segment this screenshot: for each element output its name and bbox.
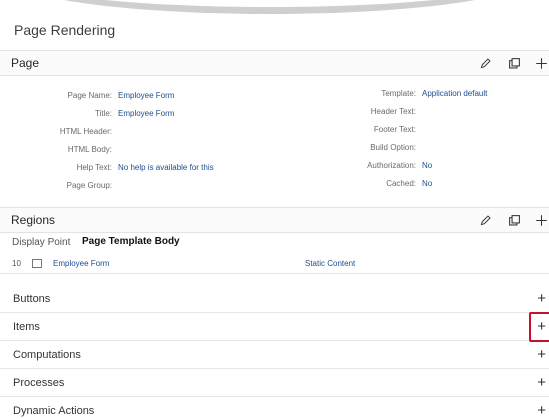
build-option-label: Build Option: <box>370 143 416 152</box>
title-label: Title: <box>94 109 112 118</box>
page-name-value[interactable]: Employee Form <box>118 91 174 100</box>
buttons-section-label: Buttons <box>13 293 51 305</box>
cached-value[interactable]: No <box>422 179 432 188</box>
authorization-value[interactable]: No <box>422 161 432 170</box>
html-body-label: HTML Body: <box>67 145 112 154</box>
items-section: Items + <box>0 313 549 341</box>
add-computation-icon[interactable]: + <box>537 347 546 362</box>
add-dynamic-action-icon[interactable]: + <box>537 403 546 418</box>
region-type-icon <box>32 259 42 268</box>
decorative-arc <box>10 0 529 14</box>
copy-icon[interactable] <box>506 212 522 228</box>
page-section-header: Page <box>0 50 549 76</box>
cached-label: Cached: <box>386 179 416 188</box>
template-label: Template: <box>381 89 416 98</box>
copy-icon[interactable] <box>506 55 522 71</box>
processes-section-label: Processes <box>13 377 65 389</box>
display-point-label: Display Point <box>12 237 71 248</box>
page-section-label: Page <box>11 56 40 70</box>
items-add-highlight <box>529 312 549 342</box>
authorization-label: Authorization: <box>367 161 416 170</box>
computations-section: Computations + <box>0 341 549 369</box>
processes-section: Processes + <box>0 369 549 397</box>
display-point-value: Page Template Body <box>82 236 180 247</box>
html-header-label: HTML Header: <box>59 127 112 136</box>
pencil-icon[interactable] <box>477 212 493 228</box>
region-type-link[interactable]: Static Content <box>305 259 355 268</box>
template-value[interactable]: Application default <box>422 89 487 98</box>
footer-text-label: Footer Text: <box>373 125 416 134</box>
page-title: Page Rendering <box>14 22 116 38</box>
title-value[interactable]: Employee Form <box>118 109 174 118</box>
dynamic-actions-section-label: Dynamic Actions <box>13 405 95 417</box>
region-sequence: 10 <box>12 259 21 268</box>
page-name-label: Page Name: <box>67 91 112 100</box>
buttons-section: Buttons + <box>0 285 549 313</box>
add-icon[interactable] <box>533 55 549 71</box>
computations-section-label: Computations <box>13 349 81 361</box>
add-process-icon[interactable]: + <box>537 375 546 390</box>
add-icon[interactable] <box>533 212 549 228</box>
regions-section-label: Regions <box>11 213 56 227</box>
region-row: 10 Employee Form Static Content <box>0 254 549 274</box>
page-group-label: Page Group: <box>66 181 112 190</box>
add-button-icon[interactable]: + <box>537 291 546 306</box>
header-text-label: Header Text: <box>370 107 416 116</box>
dynamic-actions-section: Dynamic Actions + <box>0 397 549 419</box>
pencil-icon[interactable] <box>477 55 493 71</box>
region-name-link[interactable]: Employee Form <box>53 259 109 268</box>
items-section-label: Items <box>13 321 40 333</box>
help-text-value[interactable]: No help is available for this <box>118 163 214 172</box>
regions-section-header: Regions <box>0 207 549 233</box>
help-text-label: Help Text: <box>76 163 112 172</box>
